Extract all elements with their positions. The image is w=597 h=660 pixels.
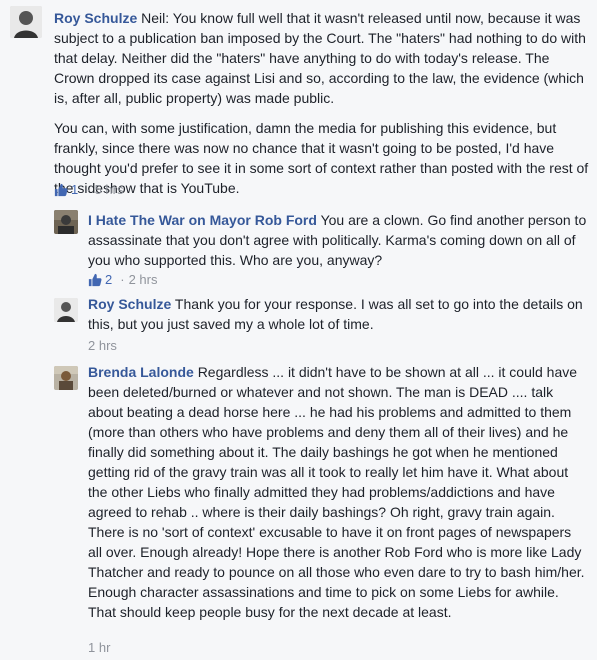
comment-author[interactable]: Brenda Lalonde: [88, 364, 194, 380]
avatar-roy-schulze[interactable]: [54, 298, 78, 322]
like-count: 2: [105, 272, 113, 287]
comment-text: Regardless ... it didn't have to be show…: [88, 364, 585, 620]
like-count: 1: [71, 182, 79, 197]
comment-body: Roy Schulze Neil: You know full well tha…: [54, 8, 589, 198]
timestamp[interactable]: 5 hrs: [95, 182, 124, 198]
separator: ·: [86, 182, 91, 197]
comment-meta: 1 · 5 hrs: [54, 182, 123, 198]
comment-meta: 1 hr: [88, 640, 110, 656]
reply-i-hate-the-war: I Hate The War on Mayor Rob Ford You are…: [0, 204, 597, 290]
thumbs-up-icon[interactable]: [88, 273, 102, 287]
comment-roy-schulze-1: Roy Schulze Neil: You know full well tha…: [0, 0, 597, 200]
reply-brenda-lalonde: Brenda Lalonde Regardless ... it didn't …: [0, 360, 597, 660]
avatar-brenda-lalonde[interactable]: [54, 366, 78, 390]
thumbs-up-icon[interactable]: [54, 183, 68, 197]
reply-roy-schulze: Roy Schulze Thank you for your response.…: [0, 292, 597, 354]
comment-author[interactable]: Roy Schulze: [88, 296, 171, 312]
comment-text-paragraph-2: You can, with some justification, damn t…: [54, 120, 589, 196]
comment-body: Roy Schulze Thank you for your response.…: [88, 294, 588, 334]
comment-body: Brenda Lalonde Regardless ... it didn't …: [88, 362, 588, 622]
comment-meta: 2 hrs: [88, 338, 117, 354]
avatar-roy-schulze[interactable]: [10, 6, 42, 38]
separator: ·: [120, 272, 125, 287]
avatar-i-hate-the-war[interactable]: [54, 210, 78, 234]
comment-author[interactable]: I Hate The War on Mayor Rob Ford: [88, 212, 317, 228]
timestamp[interactable]: 2 hrs: [129, 272, 158, 288]
comment-body: I Hate The War on Mayor Rob Ford You are…: [88, 210, 588, 270]
comment-meta: 2 · 2 hrs: [88, 272, 157, 288]
timestamp[interactable]: 2 hrs: [88, 338, 117, 354]
comment-author[interactable]: Roy Schulze: [54, 10, 137, 26]
timestamp[interactable]: 1 hr: [88, 640, 110, 656]
